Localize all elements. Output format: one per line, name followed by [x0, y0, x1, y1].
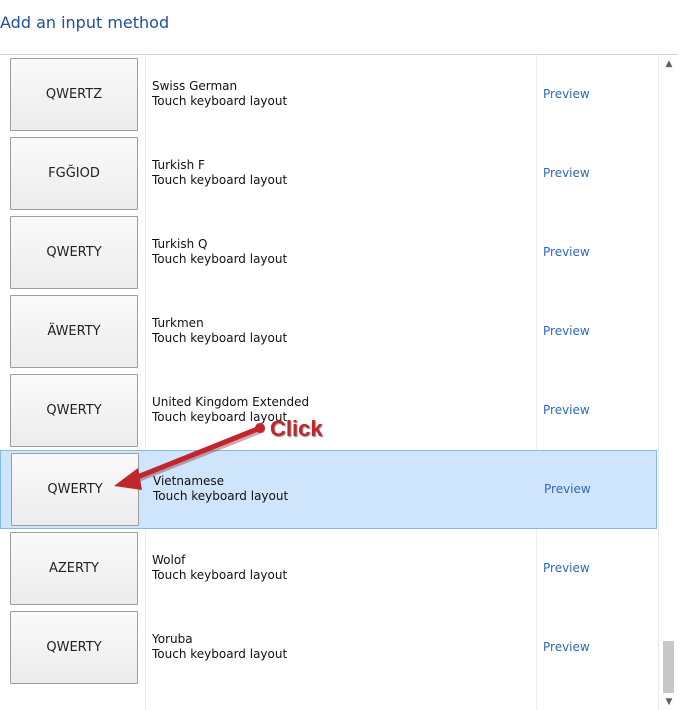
layout-description: Touch keyboard layout — [152, 94, 288, 108]
list-item[interactable]: QWERTY United Kingdom Extended Touch key… — [0, 371, 657, 450]
preview-link[interactable]: Preview — [543, 324, 590, 338]
chevron-down-icon[interactable]: ▼ — [663, 697, 675, 707]
layout-name: United Kingdom Extended — [152, 395, 310, 409]
keyboard-layout-thumbnail[interactable]: QWERTY — [11, 453, 139, 526]
layout-description: Touch keyboard layout — [152, 568, 288, 582]
input-method-list: QWERTZ Swiss German Touch keyboard layou… — [0, 55, 658, 710]
preview-link[interactable]: Preview — [543, 561, 590, 575]
layout-name: Swiss German — [152, 79, 238, 93]
layout-description: Touch keyboard layout — [152, 331, 288, 345]
keyboard-layout-thumbnail[interactable]: QWERTY — [10, 216, 138, 289]
list-item[interactable]: QWERTY Turkish Q Touch keyboard layout P… — [0, 213, 657, 292]
layout-name: Turkmen — [152, 316, 204, 330]
scrollbar-thumb[interactable] — [663, 641, 674, 693]
layout-name: Yoruba — [152, 632, 193, 646]
preview-link[interactable]: Preview — [543, 245, 590, 259]
click-annotation-label: Click — [270, 416, 323, 441]
vertical-scrollbar[interactable]: ▲ ▼ — [658, 55, 679, 710]
list-item[interactable]: ÄWERTY Turkmen Touch keyboard layout Pre… — [0, 292, 657, 371]
keyboard-layout-thumbnail[interactable]: AZERTY — [10, 532, 138, 605]
list-item[interactable]: QWERTY Yoruba Touch keyboard layout Prev… — [0, 608, 657, 687]
preview-link[interactable]: Preview — [543, 640, 590, 654]
preview-link[interactable]: Preview — [543, 403, 590, 417]
layout-name: Turkish Q — [152, 237, 208, 251]
keyboard-layout-thumbnail[interactable]: QWERTZ — [10, 58, 138, 131]
preview-link[interactable]: Preview — [543, 87, 590, 101]
layout-name: Wolof — [152, 553, 186, 567]
list-item-selected[interactable]: QWERTY Vietnamese Touch keyboard layout … — [0, 450, 657, 529]
layout-description: Touch keyboard layout — [153, 489, 289, 503]
list-item[interactable]: FGĞIOD Turkish F Touch keyboard layout P… — [0, 134, 657, 213]
preview-link[interactable]: Preview — [544, 482, 591, 496]
keyboard-layout-thumbnail[interactable]: ÄWERTY — [10, 295, 138, 368]
layout-name: Turkish F — [152, 158, 205, 172]
chevron-up-icon[interactable]: ▲ — [663, 59, 675, 69]
keyboard-layout-thumbnail[interactable]: QWERTY — [10, 611, 138, 684]
preview-link[interactable]: Preview — [543, 166, 590, 180]
list-item[interactable]: QWERTZ Swiss German Touch keyboard layou… — [0, 55, 657, 134]
keyboard-layout-thumbnail[interactable]: QWERTY — [10, 374, 138, 447]
page-title: Add an input method — [0, 13, 170, 32]
layout-description: Touch keyboard layout — [152, 410, 288, 424]
layout-name: Vietnamese — [153, 474, 225, 488]
layout-description: Touch keyboard layout — [152, 173, 288, 187]
keyboard-layout-thumbnail[interactable]: FGĞIOD — [10, 137, 138, 210]
layout-description: Touch keyboard layout — [152, 647, 288, 661]
layout-description: Touch keyboard layout — [152, 252, 288, 266]
list-item[interactable]: AZERTY Wolof Touch keyboard layout Previ… — [0, 529, 657, 608]
